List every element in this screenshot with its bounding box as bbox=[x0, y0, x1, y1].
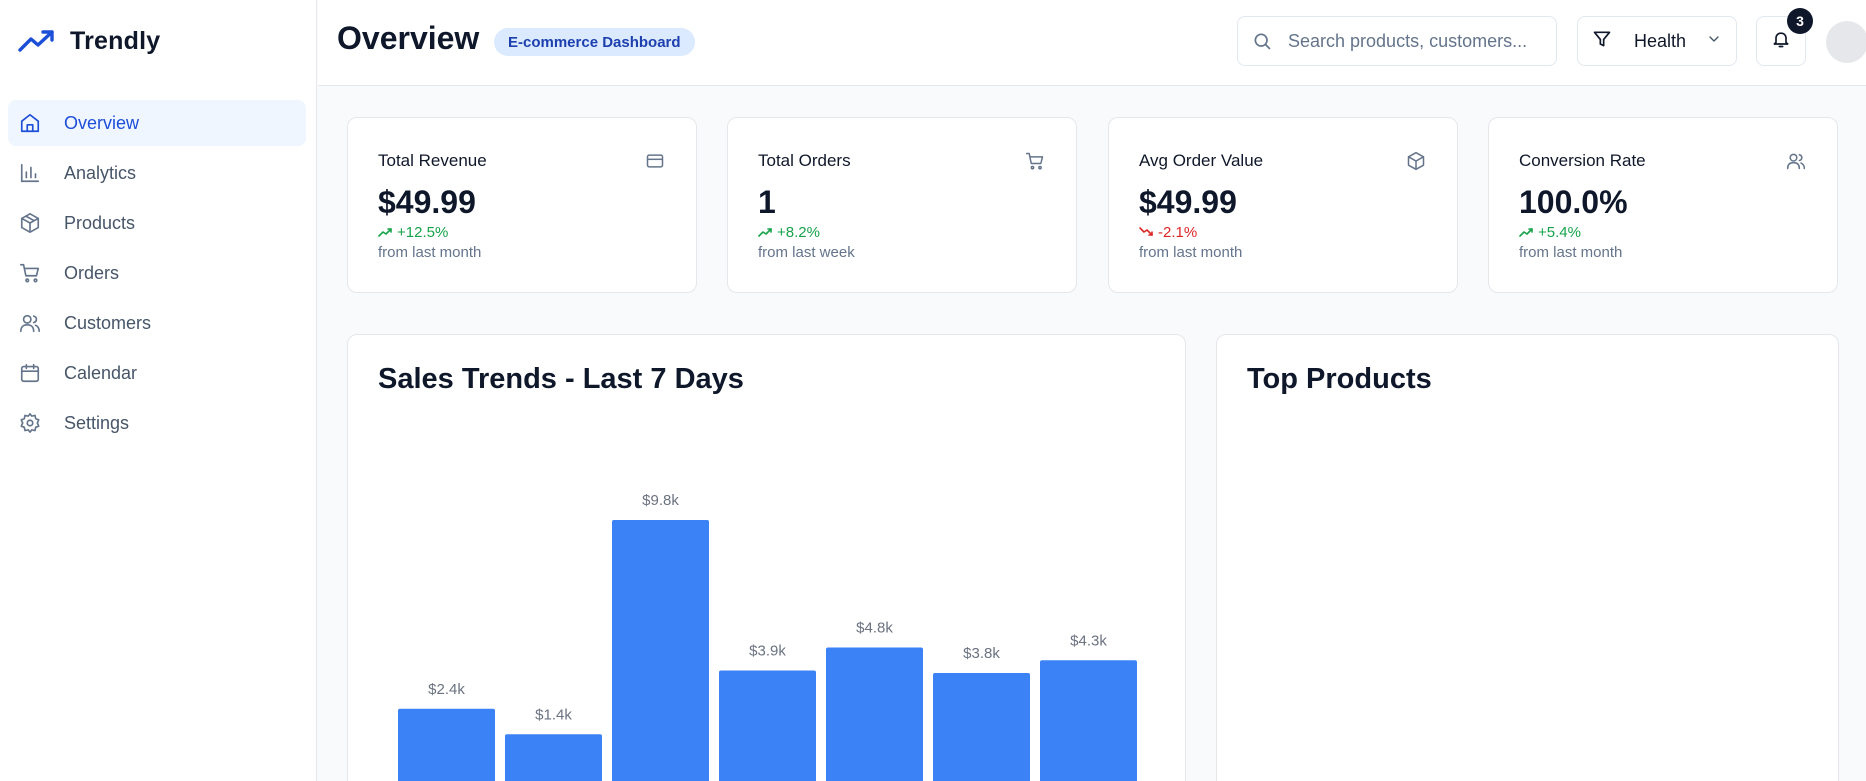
sidebar-item-label: Products bbox=[64, 212, 136, 233]
stat-value: $49.99 bbox=[1139, 184, 1237, 220]
filter-label: Health bbox=[1634, 30, 1687, 51]
page-title: Overview bbox=[337, 20, 480, 56]
package-icon bbox=[18, 211, 42, 235]
gear-icon bbox=[18, 411, 42, 435]
stat-period: from last month bbox=[1139, 244, 1243, 261]
notification-count-badge: 3 bbox=[1787, 8, 1813, 34]
brand-name: Trendly bbox=[70, 26, 161, 55]
stat-title: Conversion Rate bbox=[1519, 151, 1646, 170]
stat-period: from last month bbox=[1519, 244, 1623, 261]
trending-up-icon bbox=[758, 224, 772, 241]
chart-bar-label: $4.3k bbox=[1070, 632, 1107, 649]
stat-change-value: +5.4% bbox=[1538, 224, 1581, 241]
stat-change: -2.1% bbox=[1139, 224, 1197, 241]
stat-title: Total Orders bbox=[758, 151, 851, 170]
home-icon bbox=[18, 111, 42, 135]
stat-title: Total Revenue bbox=[378, 151, 487, 170]
trending-down-icon bbox=[1139, 224, 1153, 241]
bell-icon bbox=[1771, 29, 1791, 54]
sidebar-item-settings[interactable]: Settings bbox=[8, 400, 306, 446]
sales-bar-chart: $2.4k $1.4k $9.8k $3.9k $4.8k $3.8k $4.3k bbox=[398, 492, 1137, 781]
search-box[interactable] bbox=[1237, 16, 1557, 66]
stat-change: +12.5% bbox=[378, 224, 448, 241]
trending-up-icon bbox=[18, 28, 56, 54]
stat-value: 100.0% bbox=[1519, 184, 1628, 220]
brand[interactable]: Trendly bbox=[18, 26, 160, 56]
sidebar-item-label: Analytics bbox=[64, 162, 137, 183]
top-products-panel: Top Products bbox=[1216, 334, 1839, 781]
sidebar-item-overview[interactable]: Overview bbox=[8, 100, 306, 146]
cart-icon bbox=[18, 261, 42, 285]
credit-card-icon bbox=[644, 150, 666, 172]
avatar[interactable] bbox=[1826, 21, 1866, 63]
stat-card-total-revenue: Total Revenue $49.99 +12.5% from last mo… bbox=[347, 117, 697, 293]
stat-card-total-orders: Total Orders 1 +8.2% from last week bbox=[727, 117, 1077, 293]
chart-bar[interactable] bbox=[505, 734, 602, 781]
chart-bar[interactable] bbox=[612, 520, 709, 781]
sidebar-item-label: Customers bbox=[64, 312, 152, 333]
filter-dropdown[interactable]: Health bbox=[1577, 16, 1737, 66]
sidebar-item-label: Orders bbox=[64, 262, 120, 283]
package-icon bbox=[1405, 150, 1427, 172]
stat-card-conversion-rate: Conversion Rate 100.0% +5.4% from last m… bbox=[1488, 117, 1838, 293]
sales-trends-panel: Sales Trends - Last 7 Days $2.4k $1.4k $9.… bbox=[347, 334, 1186, 781]
chart-bar[interactable] bbox=[933, 673, 1030, 781]
chart-bar[interactable] bbox=[719, 670, 816, 781]
stat-value: $49.99 bbox=[378, 184, 476, 220]
page-badge: E-commerce Dashboard bbox=[494, 28, 695, 56]
search-icon bbox=[1252, 31, 1272, 51]
chart-bar-label: $1.4k bbox=[535, 706, 572, 723]
chevron-down-icon bbox=[1706, 31, 1722, 52]
chart-bar[interactable] bbox=[826, 647, 923, 781]
stat-card-avg-order-value: Avg Order Value $49.99 -2.1% from last m… bbox=[1108, 117, 1458, 293]
panel-title: Top Products bbox=[1247, 363, 1432, 395]
sidebar-item-analytics[interactable]: Analytics bbox=[8, 150, 306, 196]
cart-icon bbox=[1024, 150, 1046, 172]
sidebar-item-products[interactable]: Products bbox=[8, 200, 306, 246]
sidebar-item-label: Settings bbox=[64, 412, 130, 433]
stat-title: Avg Order Value bbox=[1139, 151, 1264, 170]
top-header: Overview E-commerce Dashboard Health 3 bbox=[318, 0, 1866, 86]
filter-icon bbox=[1592, 29, 1612, 54]
chart-bar-label: $4.8k bbox=[856, 620, 893, 637]
chart-bar[interactable] bbox=[1040, 660, 1137, 781]
bar-chart-icon bbox=[18, 161, 42, 185]
users-icon bbox=[1785, 150, 1807, 172]
sidebar-item-label: Calendar bbox=[64, 362, 138, 383]
chart-bar-label: $2.4k bbox=[428, 681, 465, 698]
sidebar-item-calendar[interactable]: Calendar bbox=[8, 350, 306, 396]
calendar-icon bbox=[18, 361, 42, 385]
trending-up-icon bbox=[1519, 224, 1533, 241]
users-icon bbox=[18, 311, 42, 335]
chart-bar-label: $3.9k bbox=[749, 643, 786, 660]
stat-change-value: +12.5% bbox=[397, 224, 449, 241]
stat-change: +8.2% bbox=[758, 224, 820, 241]
sidebar: Trendly Overview Analytics Products Orde… bbox=[0, 0, 317, 781]
search-input[interactable] bbox=[1288, 30, 1528, 52]
sidebar-item-label: Overview bbox=[64, 112, 140, 133]
sidebar-item-customers[interactable]: Customers bbox=[8, 300, 306, 346]
stat-change-value: -2.1% bbox=[1158, 224, 1198, 241]
chart-bar-label: $9.8k bbox=[642, 492, 679, 509]
sidebar-nav: Overview Analytics Products Orders Custo… bbox=[8, 100, 306, 450]
sidebar-item-orders[interactable]: Orders bbox=[8, 250, 306, 296]
stat-change: +5.4% bbox=[1519, 224, 1581, 241]
trending-up-icon bbox=[378, 224, 392, 241]
chart-bar-label: $3.8k bbox=[963, 645, 1000, 662]
stat-value: 1 bbox=[758, 184, 776, 220]
stat-period: from last week bbox=[758, 244, 855, 261]
stat-change-value: +8.2% bbox=[777, 224, 820, 241]
stat-period: from last month bbox=[378, 244, 482, 261]
chart-bar[interactable] bbox=[398, 708, 495, 781]
